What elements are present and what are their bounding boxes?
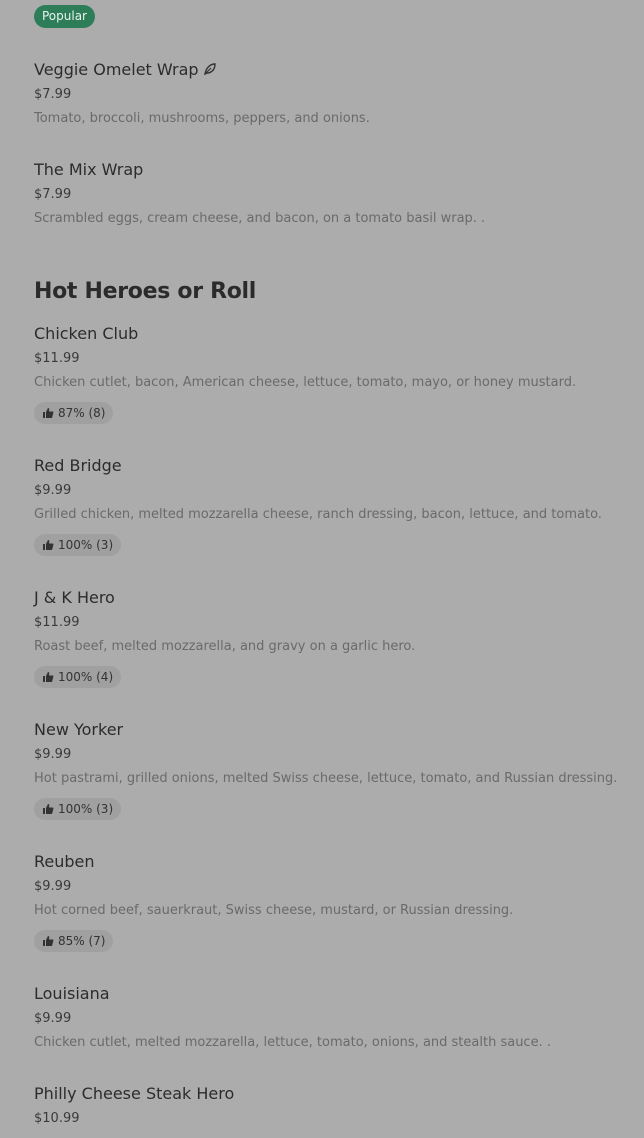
item-price: $9.99 [34, 879, 72, 894]
item-name: Philly Cheese Steak Hero [34, 1084, 235, 1103]
item-name: Veggie Omelet Wrap [34, 60, 199, 79]
item-name: Chicken Club [34, 324, 139, 343]
rating-pill: 100% (3) [34, 798, 122, 820]
item-name: Red Bridge [34, 456, 122, 475]
item-price: $7.99 [34, 187, 72, 202]
item-name: J & K Hero [34, 588, 115, 607]
thumbs-up-icon [43, 540, 54, 550]
item-description: Chicken cutlet, melted mozzarella, lettu… [34, 1035, 551, 1050]
item-description: Roast beef, melted mozzarella, and gravy… [34, 639, 416, 654]
item-description: Chicken cutlet, bacon, American cheese, … [34, 375, 577, 390]
item-price: $11.99 [34, 615, 80, 630]
thumbs-up-icon [43, 804, 54, 814]
item-name-row: Veggie Omelet Wrap [34, 60, 217, 79]
rating-text: 100% (3) [58, 538, 114, 552]
item-price: $7.99 [34, 87, 72, 102]
item-price: $9.99 [34, 483, 72, 498]
section-title: Hot Heroes or Roll [34, 279, 257, 304]
popular-badge: Popular [34, 5, 95, 28]
thumbs-up-icon [43, 672, 54, 682]
item-name: Reuben [34, 852, 95, 871]
rating-pill: 100% (4) [34, 666, 122, 688]
item-name: The Mix Wrap [34, 160, 144, 179]
item-description: Hot corned beef, sauerkraut, Swiss chees… [34, 903, 514, 918]
rating-text: 85% (7) [58, 934, 106, 948]
item-description: Scrambled eggs, cream cheese, and bacon,… [34, 211, 486, 226]
item-description: Tomato, broccoli, mushrooms, peppers, an… [34, 111, 370, 126]
leaf-icon [203, 63, 216, 76]
thumbs-up-icon [43, 936, 54, 946]
item-name: New Yorker [34, 720, 124, 739]
rating-text: 87% (8) [58, 406, 106, 420]
item-price: $10.99 [34, 1111, 80, 1126]
item-price: $9.99 [34, 1011, 72, 1026]
item-description: Hot pastrami, grilled onions, melted Swi… [34, 771, 618, 786]
rating-text: 100% (4) [58, 670, 114, 684]
item-price: $11.99 [34, 351, 80, 366]
rating-text: 100% (3) [58, 802, 114, 816]
rating-pill: 87% (8) [34, 402, 114, 424]
thumbs-up-icon [43, 408, 54, 418]
rating-pill: 100% (3) [34, 534, 122, 556]
item-price: $9.99 [34, 747, 72, 762]
item-name: Louisiana [34, 984, 110, 1003]
item-description: Grilled chicken, melted mozzarella chees… [34, 507, 602, 522]
rating-pill: 85% (7) [34, 930, 114, 952]
